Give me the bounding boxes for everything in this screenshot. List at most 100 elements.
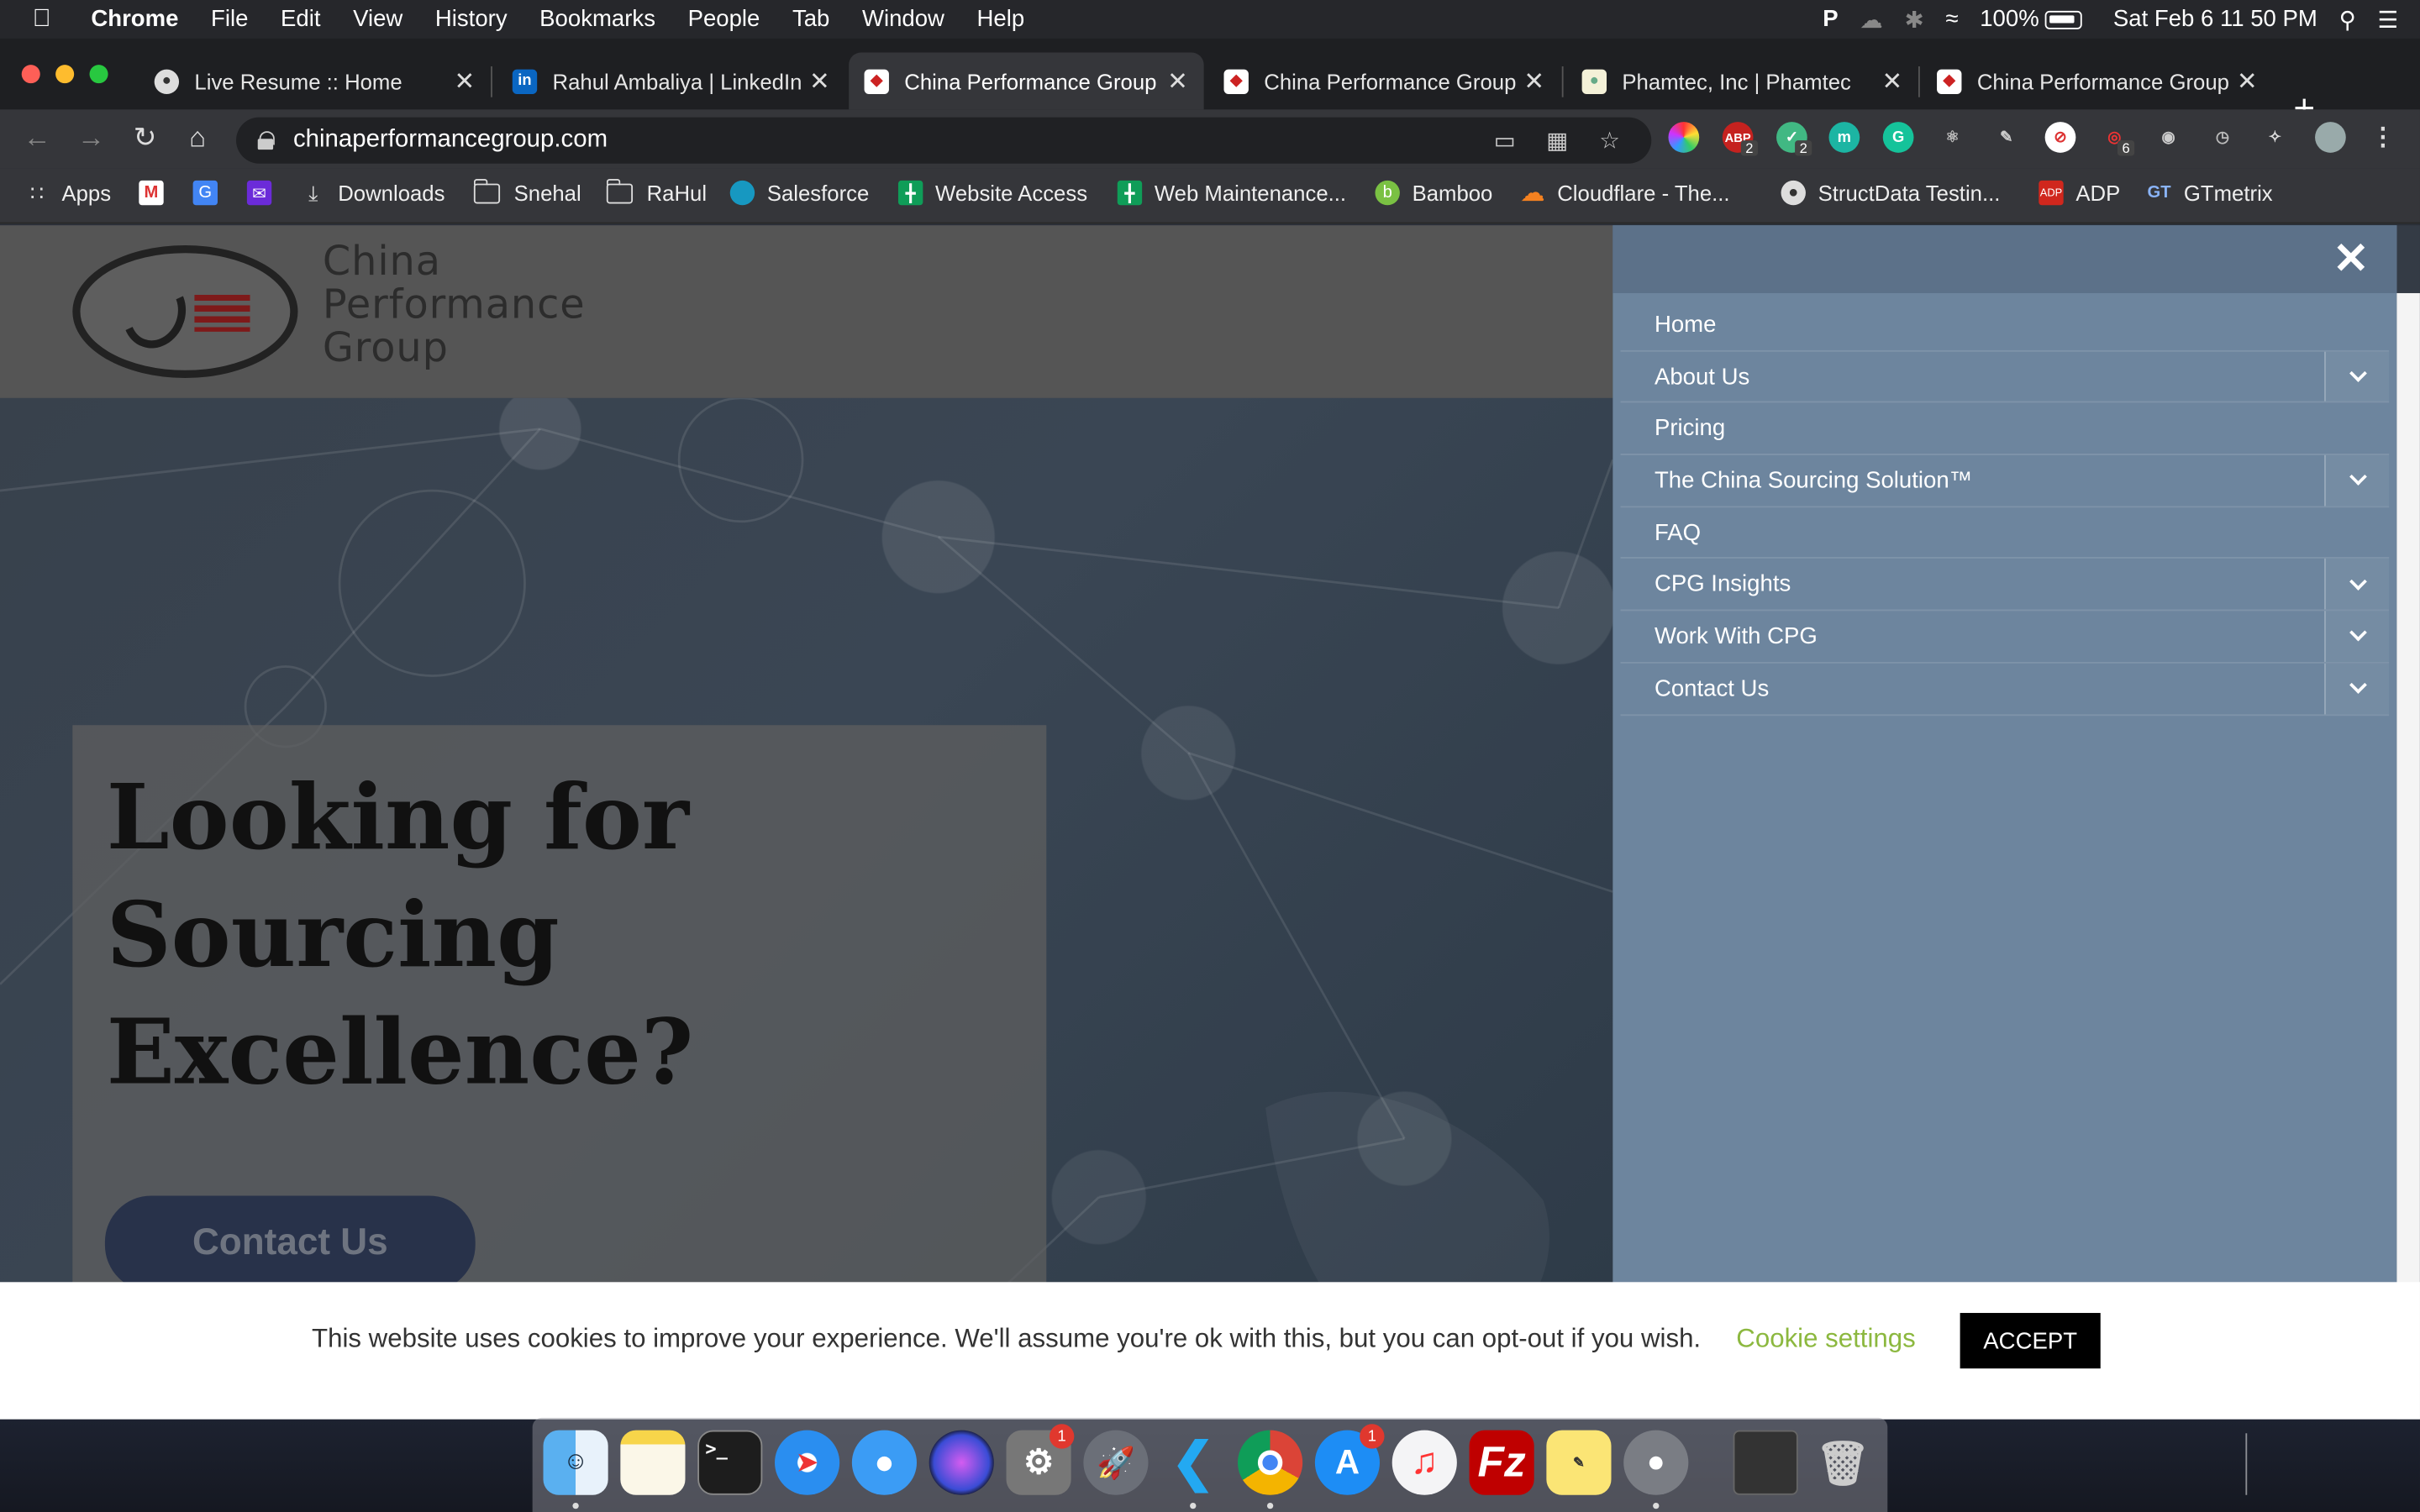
parking-icon[interactable]: P [1823, 6, 1838, 32]
menu-window[interactable]: Window [862, 6, 944, 32]
music-icon[interactable]: ♫ [1392, 1430, 1457, 1495]
bookmark-website-access[interactable]: ╋ Website Access [897, 180, 1087, 206]
nav-item-pricing[interactable]: Pricing [1620, 403, 2390, 455]
chrome-icon[interactable] [1238, 1430, 1303, 1495]
mozbar-extension-icon[interactable]: m [1828, 122, 1860, 153]
sequel-pro-icon[interactable]: ● [1623, 1430, 1689, 1495]
apple-icon[interactable]:  [33, 5, 64, 33]
vscode-icon[interactable]: ❮ [1160, 1431, 1225, 1495]
tab-linkedin[interactable]: in Rahul Ambaliya | LinkedIn ✕ [497, 52, 845, 109]
cpg-logo-icon[interactable] [72, 245, 298, 378]
nav-item-about-us[interactable]: About Us [1620, 351, 2390, 404]
chevron-down-icon[interactable] [2324, 611, 2390, 662]
fullscreen-window-button[interactable] [89, 65, 108, 84]
bookmark-mail[interactable]: ✉ [246, 180, 284, 206]
bookmark-gmail[interactable]: M [139, 180, 176, 206]
cloud-icon[interactable]: ☁ [1860, 5, 1883, 33]
menu-app-name[interactable]: Chrome [91, 6, 178, 32]
trash-icon[interactable]: 🗑 [1810, 1431, 1875, 1495]
tab-phamtec[interactable]: ● Phamtec, Inc | Phamtec ✕ [1566, 52, 1918, 109]
chevron-down-icon[interactable] [2324, 663, 2390, 714]
forward-button[interactable]: → [74, 122, 108, 155]
nav-item-label[interactable]: CPG Insights [1655, 571, 1791, 597]
cookie-settings-link[interactable]: Cookie settings [1736, 1324, 1915, 1355]
bluetooth-icon[interactable]: ✱ [1905, 5, 1924, 33]
contact-us-button[interactable]: Contact Us [104, 1195, 476, 1292]
grammarly-extension-icon[interactable]: G [1882, 122, 1914, 153]
qr-code-icon[interactable]: ▦ [1531, 127, 1583, 154]
nav-item-work-with-cpg[interactable]: Work With CPG [1620, 611, 2390, 664]
bookmark-gtmetrix[interactable]: GT GTmetrix [2147, 181, 2273, 205]
home-button[interactable]: ⌂ [181, 122, 214, 155]
terminal-icon[interactable]: >_ [697, 1430, 763, 1495]
extensions-puzzle-icon[interactable]: ✧ [2260, 122, 2291, 153]
nav-item-label[interactable]: Work With CPG [1655, 623, 1818, 649]
menu-edit[interactable]: Edit [281, 6, 320, 32]
close-tab-icon[interactable]: ✕ [2230, 66, 2264, 97]
menu-people[interactable]: People [688, 6, 760, 32]
bookmark-star-icon[interactable]: ☆ [1583, 127, 1635, 154]
spotlight-search-icon[interactable]: ⚲ [2339, 5, 2356, 33]
bookmark-snehal[interactable]: Snehal [472, 178, 581, 205]
profile-avatar[interactable] [2315, 122, 2346, 153]
accept-cookies-button[interactable]: ACCEPT [1960, 1313, 2101, 1369]
menu-view[interactable]: View [353, 6, 402, 32]
lock-icon[interactable] [257, 131, 275, 150]
bookmark-rahul[interactable]: RaHul [605, 178, 707, 205]
bookmark-downloads[interactable]: ⤓ Downloads [301, 180, 445, 205]
bookmark-bamboo[interactable]: b Bamboo [1375, 180, 1492, 206]
react-devtools-extension-icon[interactable]: ⚛ [1937, 122, 1968, 153]
clock-extension-icon[interactable]: ◷ [2207, 122, 2238, 153]
more-menu-icon[interactable]: ⋮ [2367, 122, 2398, 153]
bookmark-adp[interactable]: ADP ADP [2039, 180, 2120, 206]
menu-tab[interactable]: Tab [792, 6, 829, 32]
close-tab-icon[interactable]: ✕ [802, 66, 836, 97]
safari-icon[interactable]: ➤ [775, 1430, 840, 1495]
bookmark-structdata[interactable]: ● StructData Testin... [1781, 180, 2000, 206]
close-tab-icon[interactable]: ✕ [1160, 66, 1194, 97]
url-text[interactable]: chinaperformancegroup.com [293, 127, 608, 155]
reload-button[interactable]: ↻ [128, 122, 161, 155]
stickies-icon[interactable]: ✎ [1546, 1430, 1612, 1495]
close-menu-icon[interactable]: ✕ [2333, 237, 2369, 281]
finder-icon[interactable]: ☺ [543, 1430, 608, 1495]
tab-live-resume[interactable]: ● Live Resume :: Home ✕ [139, 52, 491, 109]
back-button[interactable]: ← [20, 122, 54, 155]
tab-china-performance-group-3[interactable]: ◆ China Performance Group ✕ [1922, 52, 2274, 109]
battery-icon[interactable] [2045, 9, 2083, 29]
close-window-button[interactable] [21, 65, 40, 84]
nav-item-label[interactable]: FAQ [1655, 519, 1701, 545]
address-bar[interactable]: chinaperformancegroup.com ▭ ▦ ☆ [236, 117, 1652, 164]
block-extension-icon[interactable]: ⊘ [2044, 122, 2076, 153]
menu-history[interactable]: History [435, 6, 508, 32]
nav-item-label[interactable]: Pricing [1655, 415, 1725, 441]
nav-item-label[interactable]: Contact Us [1655, 675, 1769, 701]
nav-item-label[interactable]: Home [1655, 312, 1716, 338]
nav-item-faq[interactable]: FAQ [1620, 507, 2390, 559]
chevron-down-icon[interactable] [2324, 559, 2390, 610]
chevron-down-icon[interactable] [2324, 454, 2390, 506]
launchpad-icon[interactable]: 🚀 [1083, 1430, 1149, 1495]
nav-item-china-sourcing-solution[interactable]: The China Sourcing Solution™ [1620, 454, 2390, 507]
pen-extension-icon[interactable]: ✎ [1991, 122, 2022, 153]
close-tab-icon[interactable]: ✕ [448, 66, 481, 97]
menu-file[interactable]: File [211, 6, 248, 32]
color-picker-extension-icon[interactable] [1668, 122, 1700, 153]
filezilla-icon[interactable]: Fz [1469, 1430, 1534, 1495]
bookmark-salesforce[interactable]: Salesforce [729, 180, 869, 206]
siri-icon[interactable] [929, 1430, 994, 1495]
nav-item-home[interactable]: Home [1620, 299, 2390, 352]
bookmark-apps[interactable]: ∷ Apps [24, 180, 111, 205]
chevron-down-icon[interactable] [2324, 351, 2390, 402]
clock[interactable]: Sat Feb 6 11 50 PM [2113, 6, 2317, 32]
nav-item-contact-us[interactable]: Contact Us [1620, 663, 2390, 716]
nav-item-label[interactable]: The China Sourcing Solution™ [1655, 467, 1972, 493]
bookmark-cloudflare[interactable]: ☁ Cloudflare - The... [1520, 181, 1729, 207]
wifi-icon[interactable]: ≈ [1945, 6, 1958, 32]
tab-china-performance-group-2[interactable]: ◆ China Performance Group ✕ [1208, 52, 1560, 109]
camera-extension-icon[interactable]: ◉ [2153, 122, 2184, 153]
page-scrollbar[interactable] [2396, 292, 2420, 1420]
notification-center-icon[interactable]: ☰ [2378, 5, 2399, 33]
screenshot-preview-icon[interactable] [1733, 1430, 1798, 1495]
tab-china-performance-group-active[interactable]: ◆ China Performance Group ✕ [849, 52, 1204, 110]
